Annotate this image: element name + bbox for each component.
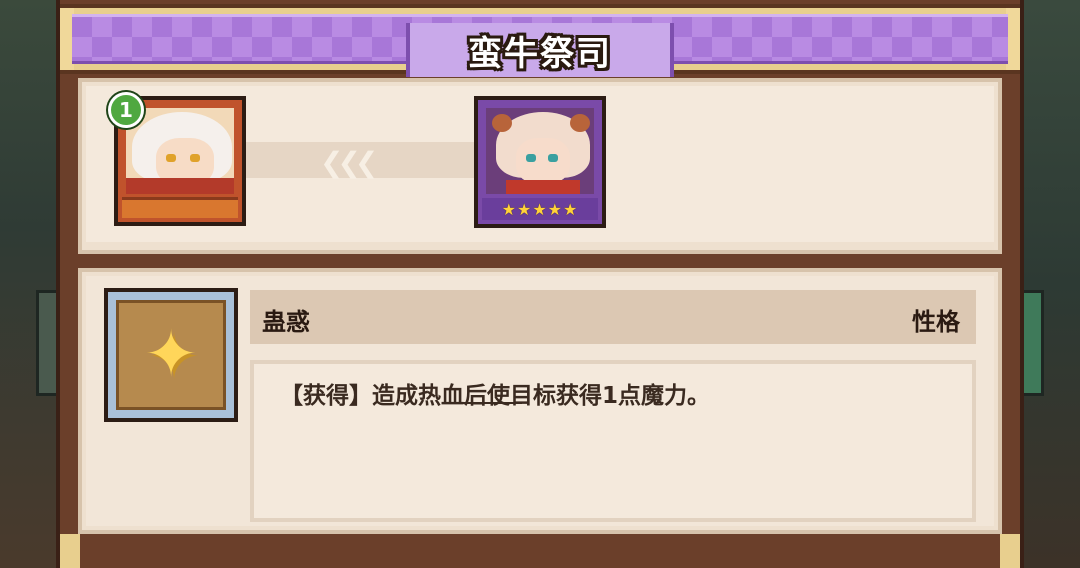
dialog-title: 蛮牛祭司 <box>468 33 612 74</box>
banner-corner-right <box>1006 8 1020 70</box>
title-plate: 蛮牛祭司 <box>406 23 674 77</box>
rarity-stars-bar: ★★★★★ <box>482 198 598 220</box>
footer-corner-right <box>1000 534 1020 568</box>
section-divider <box>60 254 1020 268</box>
horned-girl-portrait-icon <box>486 108 594 194</box>
keyword-underline[interactable] <box>460 402 522 404</box>
trait-description: 【获得】造成热血后使目标获得1点魔力。 <box>280 383 711 409</box>
trait-description-box: 【获得】造成热血后使目标获得1点魔力。 <box>250 360 976 522</box>
title-banner: 蛮牛祭司 <box>60 4 1020 77</box>
chevron-left-arrows-icon: ❮❮❮ <box>320 146 378 179</box>
banner-pattern: 蛮牛祭司 <box>72 14 1008 77</box>
dialog-footer <box>60 534 1020 568</box>
trait-icon-frame[interactable]: ✦ <box>104 288 238 422</box>
star-heart-trait-icon: ✦ <box>144 318 198 392</box>
trait-name: 蛊惑 <box>262 308 310 336</box>
level-badge: 1 <box>108 92 144 128</box>
trait-type-label: 性格 <box>912 308 960 336</box>
rarity-stars: ★★★★★ <box>501 199 579 219</box>
target-character-card[interactable]: ★★★★★ <box>474 96 606 228</box>
source-card-base <box>122 197 238 218</box>
trait-header: 蛊惑 性格 <box>250 290 976 344</box>
white-haired-girl-portrait-icon <box>126 108 234 194</box>
trait-icon-plate: ✦ <box>116 300 226 410</box>
footer-corner-left <box>60 534 80 568</box>
